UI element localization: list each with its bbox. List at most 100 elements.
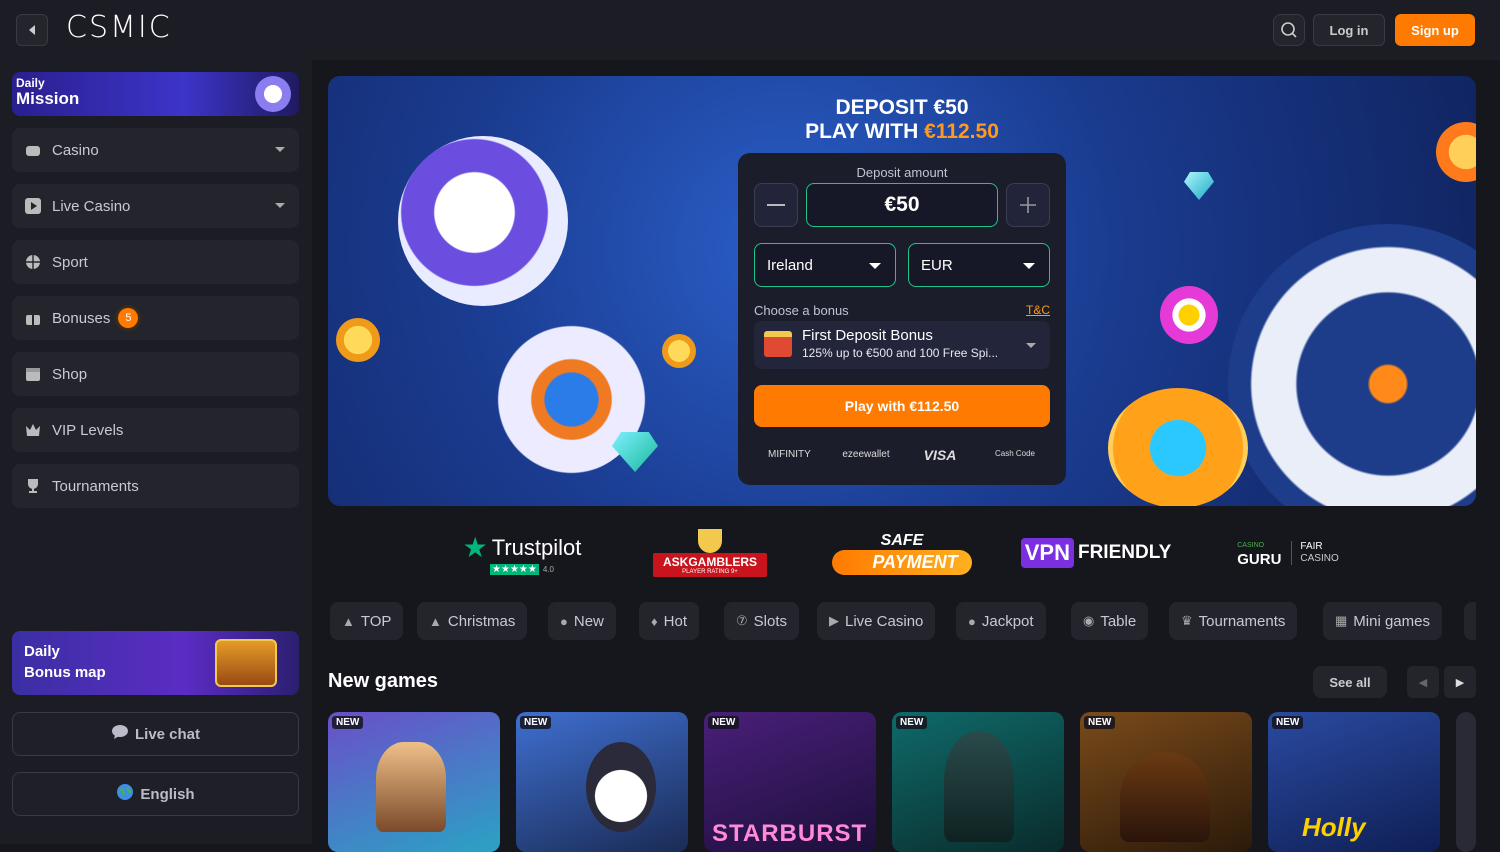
trustpilot-badge: ★ Trustpilot ★★★★★ 4.0 <box>452 520 592 586</box>
casino-guru-badge: CASINO GURU FAIR CASINO <box>1226 520 1350 586</box>
casino-chip-icon <box>1436 122 1476 182</box>
game-tile[interactable] <box>1456 712 1476 852</box>
carousel-next-button[interactable]: ▶ <box>1444 666 1476 698</box>
currency-select[interactable]: EUR <box>908 243 1050 287</box>
category-bar: ▲ TOP ▲ Christmas ● New ♦ Hot ⑦ Slots ▶ Live C… <box>328 602 1476 640</box>
askgamblers-badge: ASKGAMBLERS PLAYER RATING 9+ <box>626 520 794 586</box>
carousel-prev-button[interactable]: ◀ <box>1407 666 1439 698</box>
chevron-down-icon <box>869 263 881 269</box>
decrease-amount-button[interactable] <box>754 183 798 227</box>
game-tile[interactable]: NEW <box>516 712 688 852</box>
visa-logo: VISA <box>923 447 957 463</box>
currency-value: EUR <box>921 256 953 274</box>
category-new[interactable]: ● New <box>548 602 616 640</box>
play-with-button[interactable]: Play with €112.50 <box>754 385 1050 427</box>
site-logo[interactable]: CSMIC <box>66 10 172 45</box>
askgamblers-sub: PLAYER RATING 9+ <box>682 569 738 575</box>
sidebar-item-casino[interactable]: Casino <box>12 128 299 172</box>
category-label: Hot <box>663 612 687 630</box>
category-live-casino[interactable]: ▶ Live Casino <box>817 602 936 640</box>
terms-link[interactable]: T&C <box>1026 303 1050 317</box>
sidebar-item-tournaments[interactable]: Tournaments <box>12 464 299 508</box>
daily-bonus-map-banner[interactable]: Daily Bonus map <box>12 631 299 695</box>
category-hot[interactable]: ♦ Hot <box>639 602 699 640</box>
vpn-friendly-badge: VPN FRIENDLY <box>1016 520 1176 586</box>
play-icon <box>24 197 42 215</box>
sidebar-item-bonuses[interactable]: Bonuses 5 <box>12 296 299 340</box>
game-tile[interactable]: NEW <box>1080 712 1252 852</box>
section-title-new-games: New games <box>328 670 439 692</box>
gem-icon <box>612 432 658 472</box>
new-badge: NEW <box>708 716 740 729</box>
game-tile[interactable]: NEW STARBURST <box>704 712 876 852</box>
live-chat-label: Live chat <box>134 725 201 743</box>
treasure-chest-icon <box>215 639 277 687</box>
search-icon <box>1281 22 1297 38</box>
live-chat-button[interactable]: Live chat <box>12 712 299 756</box>
search-button[interactable] <box>1273 14 1305 46</box>
trustpilot-score: 4.0 <box>542 565 554 574</box>
hero-banner: DEPOSIT €50 PLAY WITH €112.50 Deposit am… <box>328 76 1476 506</box>
sidebar-item-sport[interactable]: Sport <box>12 240 299 284</box>
login-button[interactable]: Log in <box>1313 14 1385 46</box>
language-selector[interactable]: English <box>12 772 299 816</box>
ezeewallet-logo: ezeewallet <box>842 449 890 460</box>
sidebar-item-live-casino[interactable]: Live Casino <box>12 184 299 228</box>
category-tournaments[interactable]: ♛ Tournaments <box>1169 602 1298 640</box>
trophy-icon <box>24 477 42 495</box>
sidebar-item-shop[interactable]: Shop <box>12 352 299 396</box>
chevron-down-icon[interactable] <box>275 203 285 208</box>
chevron-left-icon <box>29 25 35 35</box>
game-tile[interactable]: NEW Holly <box>1268 712 1440 852</box>
country-select[interactable]: Ireland <box>754 243 896 287</box>
see-all-button[interactable]: See all <box>1313 666 1387 698</box>
bell-icon: ● <box>560 613 568 629</box>
sidebar-item-label: Tournaments <box>52 477 139 495</box>
category-mini-games[interactable]: ▦ Mini games <box>1323 602 1442 640</box>
askgamblers-name: ASKGAMBLERS <box>662 555 757 569</box>
hero-title: DEPOSIT €50 PLAY WITH €112.50 <box>738 96 1066 144</box>
back-button[interactable] <box>16 14 48 46</box>
category-table[interactable]: ◉ Table <box>1071 602 1149 640</box>
crown-icon <box>24 421 42 439</box>
hero-title-prefix: PLAY WITH <box>805 120 925 143</box>
bonus-select[interactable]: First Deposit Bonus 125% up to €500 and … <box>754 321 1050 369</box>
game-tile[interactable]: NEW <box>328 712 500 852</box>
new-badge: NEW <box>896 716 928 729</box>
tree-icon: ▲ <box>429 613 442 629</box>
new-badge: NEW <box>1084 716 1116 729</box>
sidebar-item-label: Sport <box>52 253 88 271</box>
category-jackpot[interactable]: ● Jackpot <box>956 602 1046 640</box>
daily-mission-banner[interactable]: Daily Mission <box>12 72 299 116</box>
game-title-art: Holly <box>1302 812 1366 842</box>
new-badge: NEW <box>520 716 552 729</box>
gift-box-icon <box>764 331 792 357</box>
choose-bonus-label: Choose a bonus <box>754 303 849 318</box>
vpn-text: VPN <box>1020 538 1074 568</box>
casino-chip-icon <box>1108 388 1248 506</box>
category-more[interactable] <box>1464 602 1476 640</box>
gamepad-icon <box>24 141 42 159</box>
game-tile[interactable]: NEW <box>892 712 1064 852</box>
seven-icon: ⑦ <box>736 613 748 628</box>
gift-icon <box>24 309 42 327</box>
signup-button[interactable]: Sign up <box>1395 14 1475 46</box>
cashcode-logo: Cash Code <box>994 449 1036 458</box>
coin-icon <box>336 318 380 362</box>
trust-badges-strip: ★ Trustpilot ★★★★★ 4.0 ASKGAMBLERS PLAYE… <box>328 520 1476 590</box>
category-slots[interactable]: ⑦ Slots <box>724 602 800 640</box>
chevron-down-icon[interactable] <box>275 147 285 152</box>
mifinity-logo: MIFINITY <box>768 449 811 460</box>
category-label: Slots <box>753 612 788 630</box>
fair-text: FAIR <box>1300 541 1323 552</box>
deposit-amount-field[interactable]: €50 <box>806 183 998 227</box>
sidebar-item-vip-levels[interactable]: VIP Levels <box>12 408 299 452</box>
category-top[interactable]: ▲ TOP <box>330 602 404 640</box>
category-christmas[interactable]: ▲ Christmas <box>417 602 528 640</box>
bonus-title: First Deposit Bonus <box>802 327 933 344</box>
daily-mission-line1: Daily <box>16 76 45 90</box>
increase-amount-button[interactable] <box>1006 183 1050 227</box>
country-value: Ireland <box>767 256 813 274</box>
top-bar: CSMIC Log in Sign up <box>0 0 1500 60</box>
language-label: English <box>140 785 195 803</box>
